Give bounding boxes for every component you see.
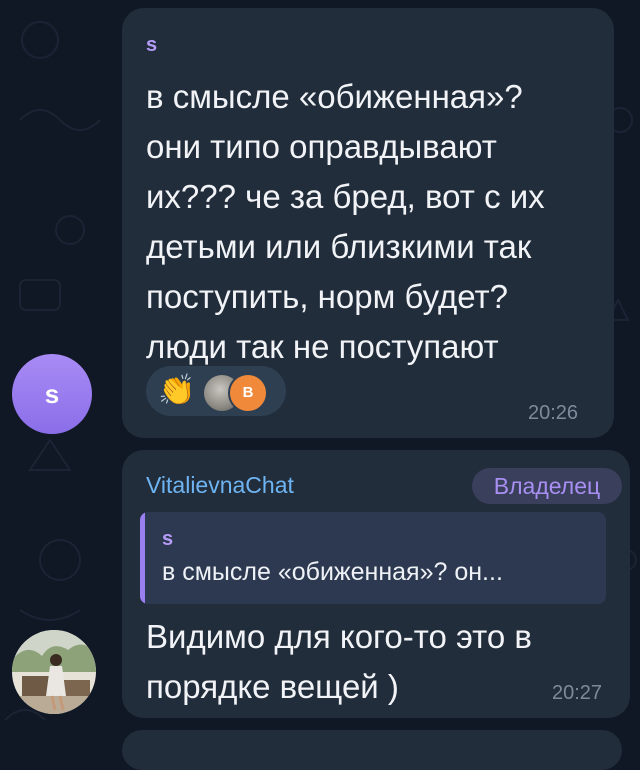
message-text: Видимо для кого-то это в порядке вещей ) xyxy=(146,618,532,705)
reply-accent-bar xyxy=(140,512,145,604)
message-bubble-partial[interactable] xyxy=(122,730,622,770)
avatar-letter: s xyxy=(44,378,60,409)
clap-reaction-icon: 👏 xyxy=(158,374,196,407)
owner-badge: Владелец xyxy=(472,468,622,504)
sender-name[interactable]: s xyxy=(146,34,157,57)
message-text: в смысле «обиженная»? они типо оправдыва… xyxy=(146,78,545,365)
reply-author: s xyxy=(162,528,174,550)
message-timestamp: 20:27 xyxy=(552,682,603,704)
reply-quote[interactable]: s в смысле «обиженная»? он... xyxy=(140,512,606,604)
avatar[interactable] xyxy=(12,630,96,714)
sender-name[interactable]: VitalievnaChat xyxy=(146,472,294,499)
reply-text: в смысле «обиженная»? он... xyxy=(162,558,503,586)
message-timestamp: 20:26 xyxy=(528,402,579,424)
avatar[interactable]: s xyxy=(12,354,92,434)
reactions-pill[interactable]: 👏 B xyxy=(146,366,286,416)
profile-photo xyxy=(12,630,96,714)
reactor-avatar: B xyxy=(228,373,268,413)
